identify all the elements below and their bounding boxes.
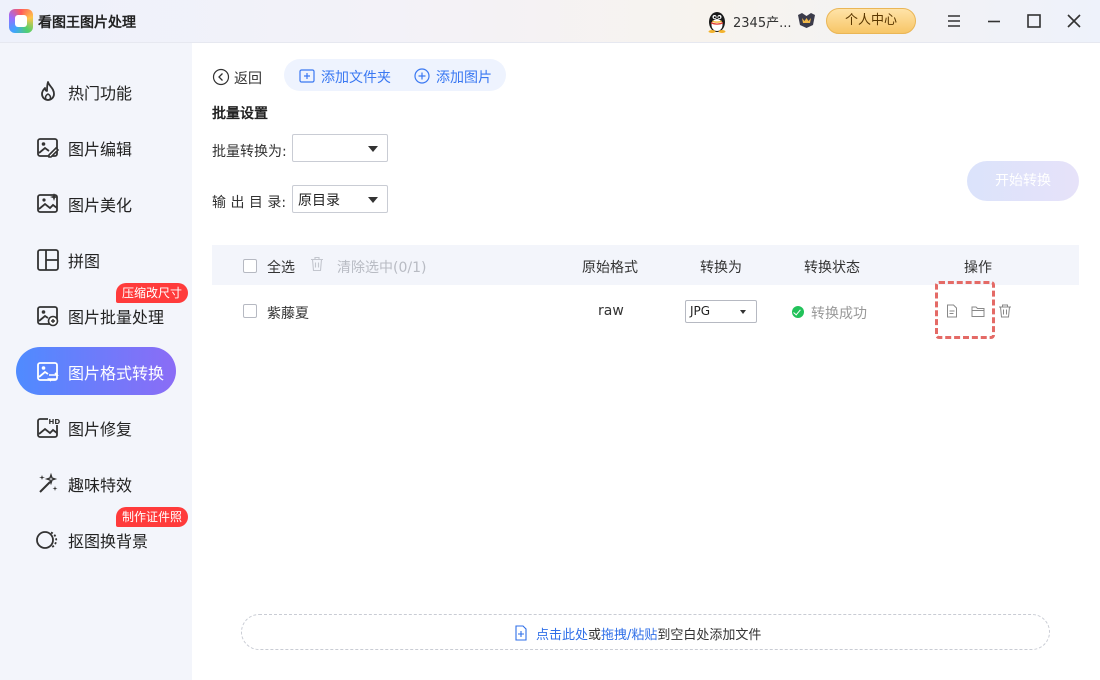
app-logo-icon xyxy=(9,9,33,33)
select-all-label[interactable]: 全选 xyxy=(267,257,295,277)
image-edit-icon xyxy=(37,138,60,158)
sidebar: 热门功能 图片编辑 图片美化 拼图 图片批量处理 图片格式转换 HD 图片修复 … xyxy=(0,43,192,680)
column-actions: 操作 xyxy=(964,260,992,276)
personal-center-button[interactable]: 个人中心 xyxy=(826,8,916,34)
row-checkbox[interactable] xyxy=(243,304,257,318)
file-name: 紫藤夏 xyxy=(267,306,309,322)
row-convert-format-value: JPG xyxy=(690,304,711,318)
fire-icon xyxy=(41,81,55,101)
sidebar-item-collage[interactable]: 拼图 xyxy=(16,235,176,283)
sidebar-item-label: 抠图换背景 xyxy=(68,532,149,551)
image-convert-icon xyxy=(37,362,59,382)
sidebar-item-image-convert[interactable]: 图片格式转换 xyxy=(16,347,176,395)
delete-icon[interactable] xyxy=(998,304,1012,318)
original-format: raw xyxy=(598,303,624,319)
output-dir-label: 输 出 目 录: xyxy=(212,195,287,211)
column-convert-to: 转换为 xyxy=(700,260,742,276)
convert-format-select[interactable] xyxy=(292,134,388,162)
svg-text:HD: HD xyxy=(49,418,61,426)
convert-to-label: 批量转换为: xyxy=(212,144,287,160)
badge-compress-resize: 压缩改尺寸 xyxy=(116,283,189,303)
success-check-icon xyxy=(792,306,804,318)
image-beautify-icon xyxy=(37,193,58,213)
sidebar-item-label: 图片批量处理 xyxy=(68,308,165,327)
close-icon[interactable] xyxy=(1063,10,1085,32)
badge-id-photo: 制作证件照 xyxy=(116,507,189,527)
chevron-down-icon xyxy=(740,310,746,314)
column-status: 转换状态 xyxy=(804,260,860,276)
menu-icon[interactable] xyxy=(943,10,965,32)
add-files-toolbar: 添加文件夹 添加图片 xyxy=(284,59,506,91)
add-circle-icon xyxy=(414,68,430,84)
image-batch-icon xyxy=(37,306,59,327)
table-row: 紫藤夏 raw JPG 转换成功 xyxy=(212,281,1079,339)
sidebar-item-label: 图片修复 xyxy=(68,420,133,439)
add-file-icon xyxy=(515,625,527,641)
clear-selected-button[interactable]: 清除选中(0/1) xyxy=(337,257,426,277)
open-file-icon[interactable] xyxy=(945,304,959,318)
select-all-checkbox[interactable] xyxy=(243,259,257,273)
open-folder-icon[interactable] xyxy=(971,304,985,318)
vip-crown-icon[interactable] xyxy=(797,12,816,29)
add-image-label: 添加图片 xyxy=(436,70,492,86)
output-dir-select[interactable]: 原目录 xyxy=(292,185,388,213)
sidebar-item-label: 拼图 xyxy=(68,252,101,271)
cutout-icon xyxy=(36,531,58,549)
magic-wand-icon xyxy=(39,472,58,493)
sidebar-item-image-edit[interactable]: 图片编辑 xyxy=(16,123,176,171)
click-here-link[interactable]: 点击此处 xyxy=(536,628,588,643)
sidebar-item-label: 热门功能 xyxy=(68,84,133,103)
sidebar-item-hot-features[interactable]: 热门功能 xyxy=(16,67,176,115)
drop-zone[interactable]: 点击此处或拖拽/粘贴到空白处添加文件 xyxy=(241,614,1050,650)
user-name[interactable]: 2345产... xyxy=(733,12,791,31)
chevron-down-icon xyxy=(368,146,378,152)
column-original-format: 原始格式 xyxy=(582,260,638,276)
sidebar-item-label: 图片编辑 xyxy=(68,140,133,159)
drop-hint-text: 到空白处添加文件 xyxy=(657,628,762,643)
back-arrow-icon xyxy=(212,68,230,86)
trash-icon[interactable] xyxy=(310,256,324,272)
chevron-down-icon xyxy=(368,197,378,203)
sidebar-item-label: 趣味特效 xyxy=(68,476,133,495)
sidebar-item-label: 图片格式转换 xyxy=(68,364,165,383)
batch-settings-title: 批量设置 xyxy=(212,106,268,122)
drop-zone-text: 点击此处或拖拽/粘贴到空白处添加文件 xyxy=(536,624,761,643)
sidebar-item-label: 图片美化 xyxy=(68,196,133,215)
add-folder-icon xyxy=(299,69,315,83)
row-convert-format-select[interactable]: JPG xyxy=(685,300,757,323)
qq-avatar-icon[interactable] xyxy=(706,9,728,33)
table-header: 全选 清除选中(0/1) 原始格式 转换为 转换状态 操作 xyxy=(212,245,1079,285)
sidebar-item-image-beautify[interactable]: 图片美化 xyxy=(16,179,176,227)
add-folder-label: 添加文件夹 xyxy=(321,70,391,86)
actions-highlight xyxy=(935,281,995,339)
convert-status: 转换成功 xyxy=(811,306,867,322)
sidebar-item-fun-effects[interactable]: 趣味特效 xyxy=(16,459,176,507)
collage-icon xyxy=(37,249,59,271)
hd-image-icon: HD xyxy=(37,417,61,438)
maximize-icon[interactable] xyxy=(1023,10,1045,32)
main-panel: 返回 添加文件夹 添加图片 批量设置 批量转换为: 输 出 目 录: 原目录 开… xyxy=(192,43,1100,680)
drag-paste-link[interactable]: 拖拽/粘贴 xyxy=(601,628,657,643)
title-bar: 看图王图片处理 2345产... 个人中心 xyxy=(0,0,1100,43)
minimize-icon[interactable] xyxy=(983,10,1005,32)
sidebar-item-image-repair[interactable]: HD 图片修复 xyxy=(16,403,176,451)
back-label: 返回 xyxy=(234,71,262,87)
app-title: 看图王图片处理 xyxy=(38,15,136,31)
or-text: 或 xyxy=(588,628,602,643)
start-convert-button[interactable]: 开始转换 xyxy=(967,161,1079,201)
output-dir-value: 原目录 xyxy=(298,193,340,209)
